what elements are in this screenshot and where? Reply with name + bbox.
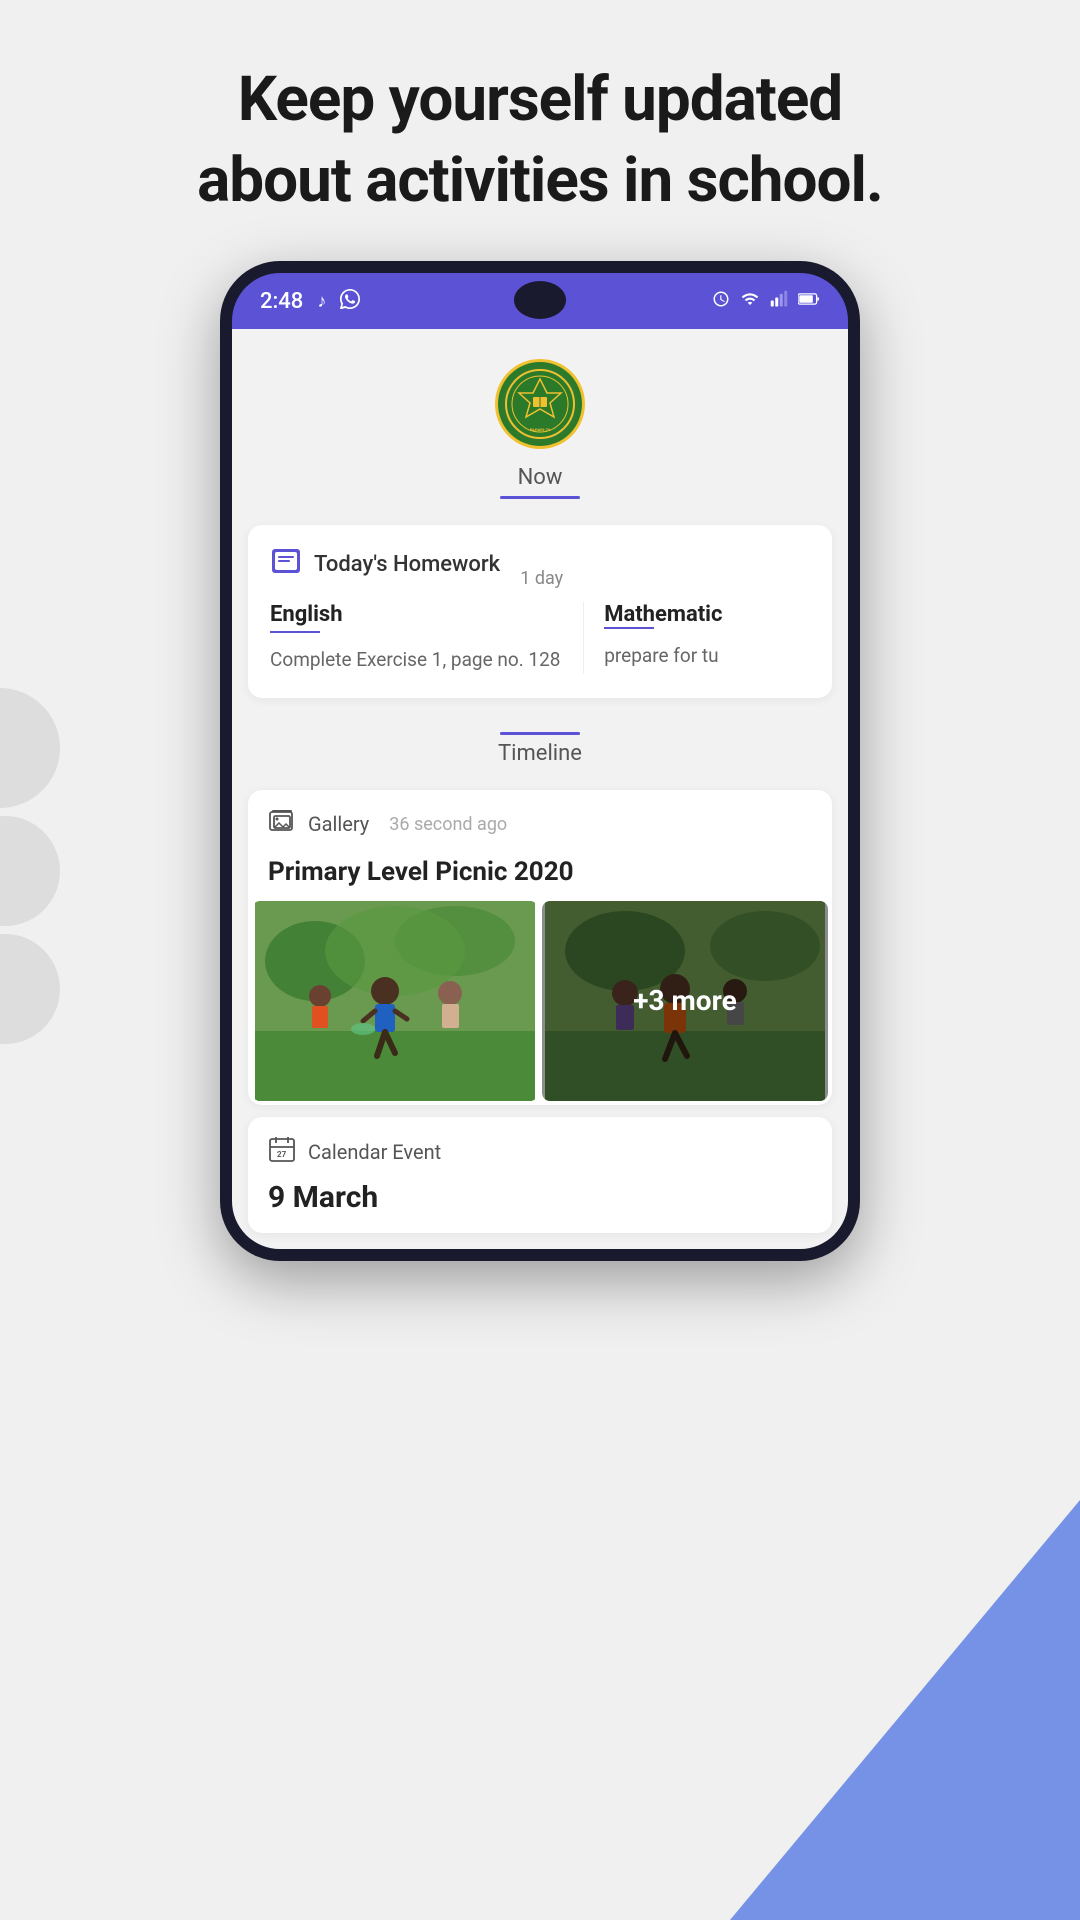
status-icons-right	[712, 290, 820, 313]
calendar-card-header: 27 Calendar Event	[268, 1135, 812, 1170]
hw-math-underline	[604, 627, 654, 629]
calendar-event-card[interactable]: 27 Calendar Event 9 March	[248, 1117, 832, 1233]
school-logo: PAHARI-20	[495, 359, 585, 449]
page-header: Keep yourself updated about activities i…	[0, 0, 1080, 261]
tab-now[interactable]: Now	[500, 465, 580, 507]
phone-wrapper: 2:48 ♪	[0, 261, 1080, 1261]
wifi-icon	[740, 290, 760, 313]
camera-notch	[514, 281, 566, 319]
gallery-timeline-card[interactable]: Gallery 36 second ago Primary Level Picn…	[248, 790, 832, 1105]
hw-english-underline	[270, 631, 320, 633]
homework-card-title: Today's Homework	[314, 552, 500, 577]
hw-desc-math: prepare for tu	[604, 643, 810, 670]
gallery-image-1[interactable]	[252, 901, 538, 1101]
timeline-label: Timeline	[498, 741, 582, 766]
hw-col-math: Mathematic prepare for tu	[583, 602, 810, 674]
status-icons-left: 2:48 ♪	[260, 289, 360, 314]
gallery-title: Primary Level Picnic 2020	[248, 851, 832, 901]
gallery-images: +3 more	[248, 901, 832, 1105]
alarm-icon	[712, 290, 730, 313]
phone-frame: 2:48 ♪	[220, 261, 860, 1261]
gallery-card-header: Gallery 36 second ago	[248, 790, 832, 851]
hw-subject-math: Mathematic	[604, 602, 722, 627]
phone-screen: PAHARI-20 Now	[232, 329, 848, 1249]
homework-card: Today's Homework English 1 day Complete …	[248, 525, 832, 698]
tab-now-label: Now	[518, 465, 563, 490]
more-count-label: +3 more	[633, 984, 736, 1017]
hw-subject-english: English	[270, 602, 343, 627]
homework-icon	[270, 547, 302, 582]
app-header: PAHARI-20 Now	[232, 329, 848, 507]
gallery-type-label: Gallery	[308, 812, 369, 836]
header-line1: Keep yourself updated	[238, 63, 842, 136]
timeline-section: Timeline	[232, 716, 848, 774]
hw-days-english: 1 day	[520, 568, 563, 589]
bg-triangle-decoration	[730, 1500, 1080, 1920]
calendar-event-date: 9 March	[268, 1180, 812, 1215]
whatsapp-icon	[340, 289, 360, 314]
hw-col-english: English 1 day Complete Exercise 1, page …	[270, 602, 583, 674]
calendar-event-type: Calendar Event	[308, 1140, 441, 1164]
more-images-overlay[interactable]: +3 more	[542, 901, 828, 1101]
gallery-time-ago: 36 second ago	[389, 814, 507, 835]
svg-text:27: 27	[277, 1150, 287, 1159]
hw-desc-english: Complete Exercise 1, page no. 128	[270, 647, 563, 674]
gallery-image-2[interactable]: +3 more	[542, 901, 828, 1101]
signal-strength-icon	[770, 290, 788, 313]
battery-icon	[798, 291, 820, 312]
timeline-underline	[500, 732, 580, 735]
calendar-icon: 27	[268, 1135, 296, 1170]
homework-columns: English 1 day Complete Exercise 1, page …	[270, 602, 810, 674]
svg-text:PAHARI-20: PAHARI-20	[530, 427, 551, 432]
status-bar: 2:48 ♪	[232, 273, 848, 329]
status-time: 2:48	[260, 289, 303, 314]
header-line2: about activities in school.	[197, 144, 883, 217]
tab-now-underline	[500, 496, 580, 499]
school-logo-inner: PAHARI-20	[502, 366, 578, 442]
music-note-icon: ♪	[317, 291, 326, 312]
gallery-icon	[268, 808, 296, 841]
